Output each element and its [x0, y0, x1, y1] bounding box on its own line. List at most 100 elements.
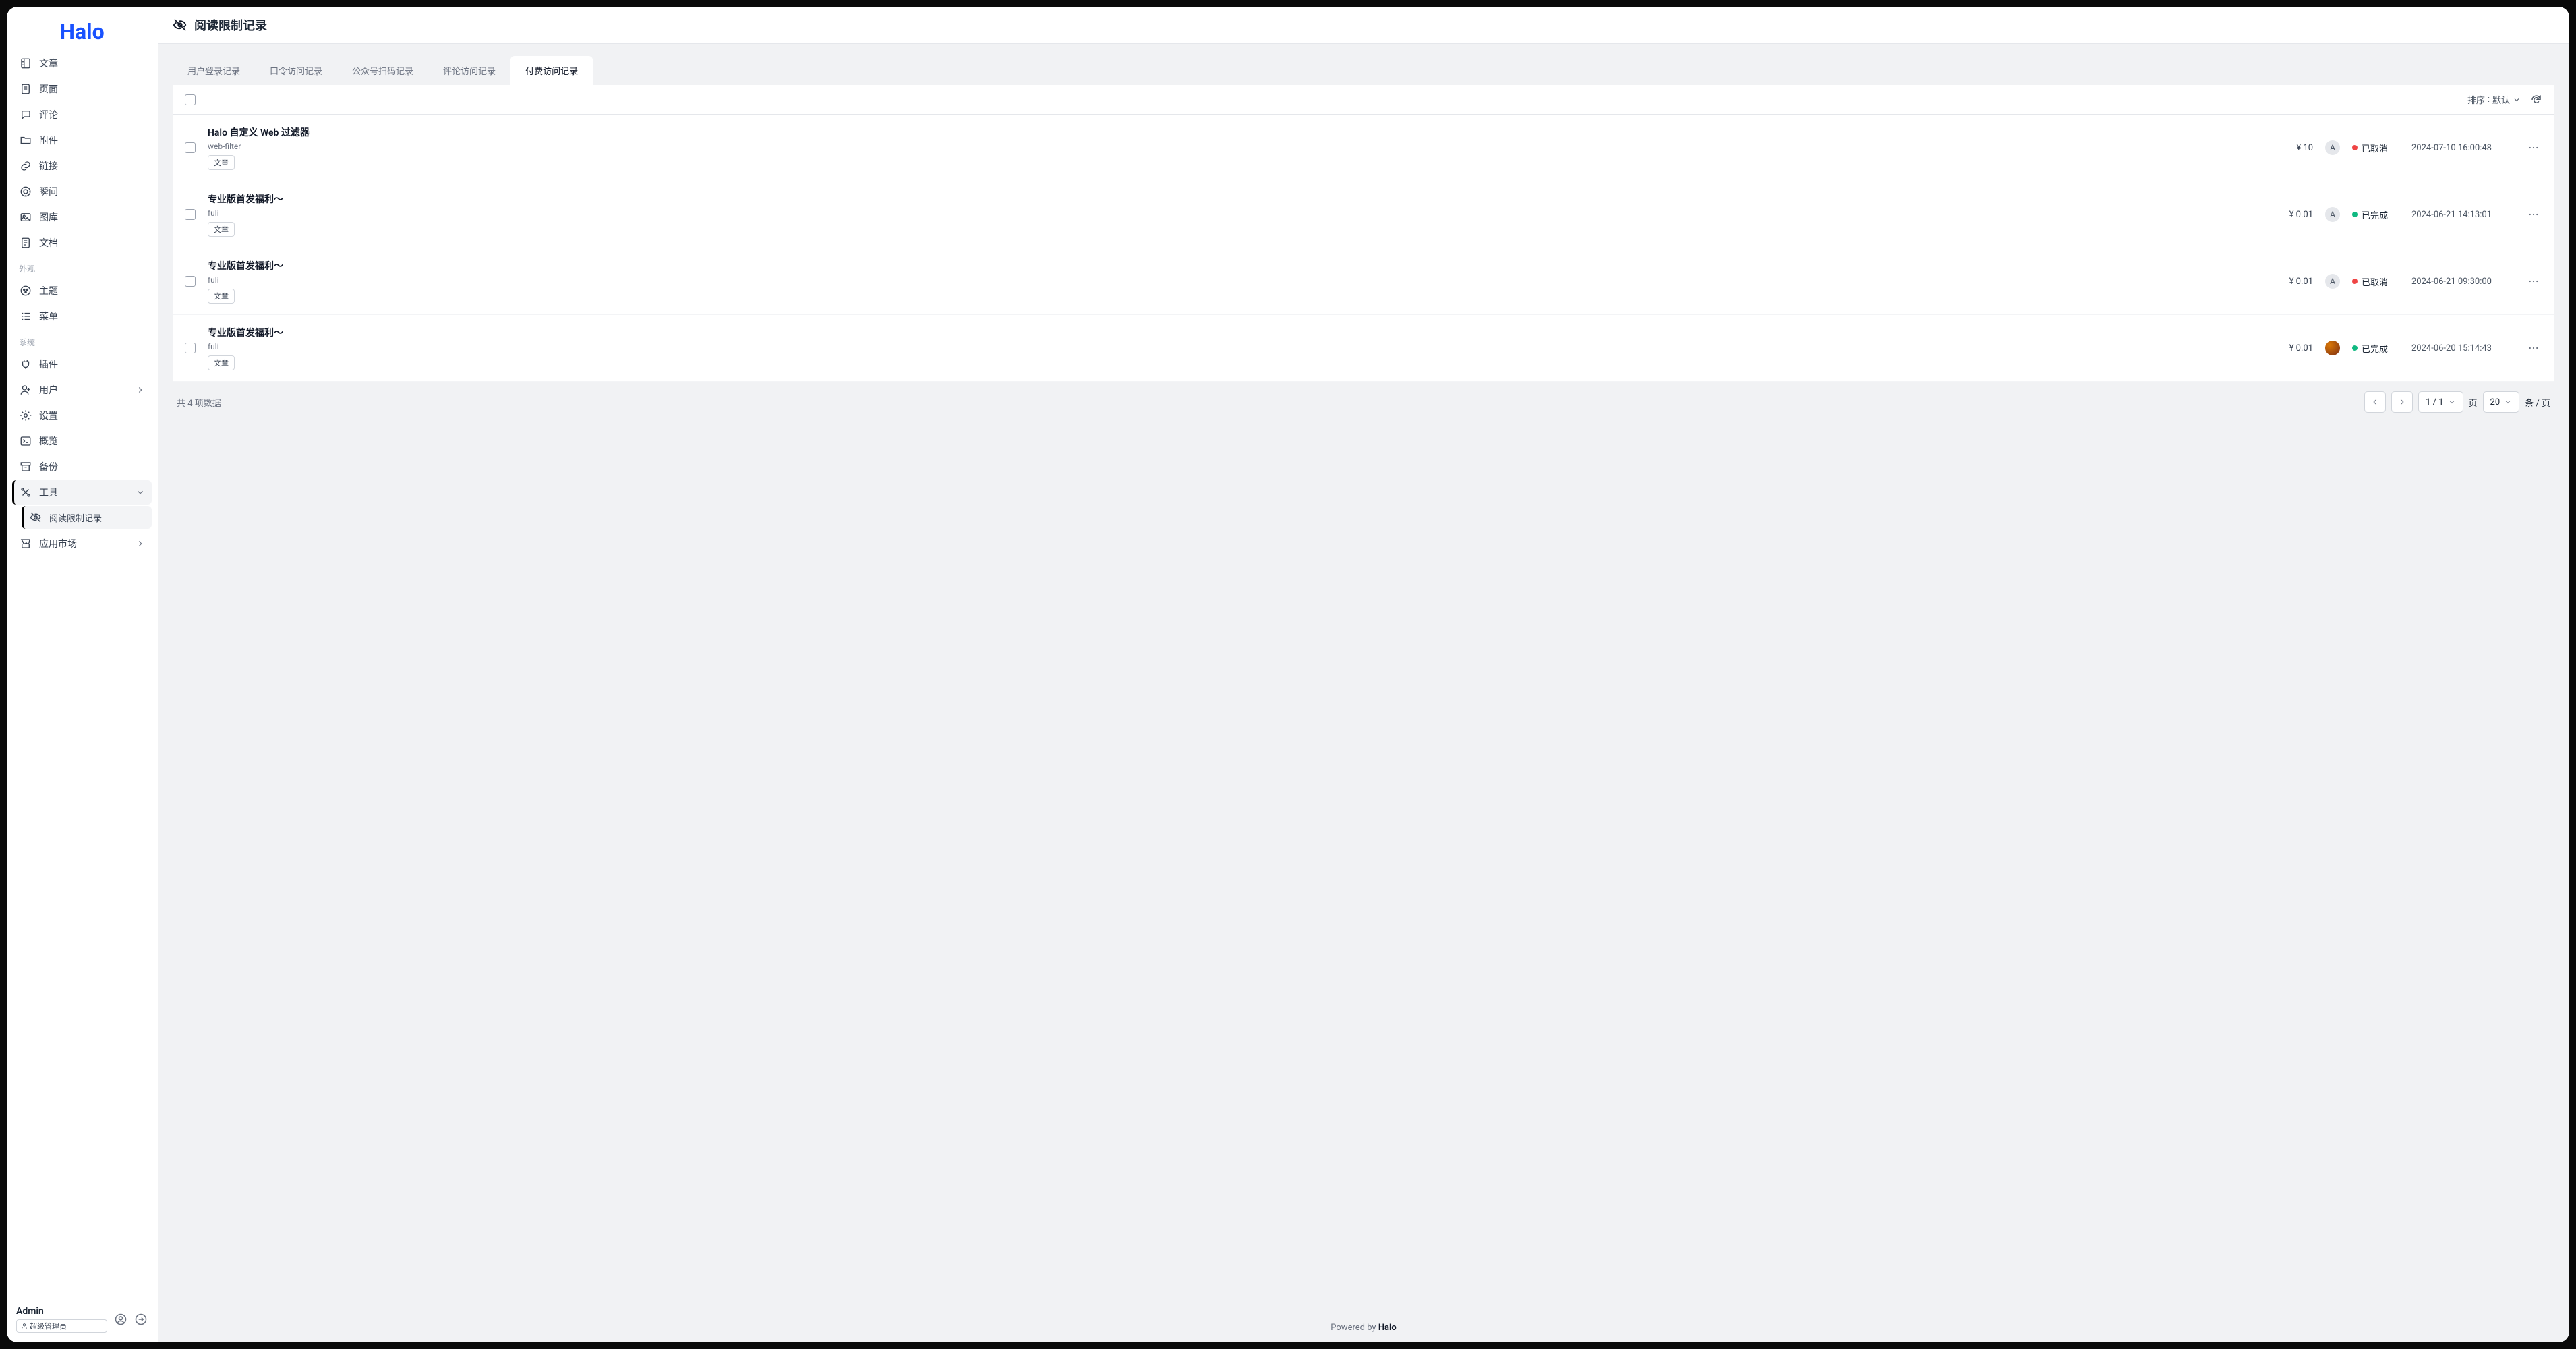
nav-label: 文章 [39, 57, 58, 70]
nav-label: 阅读限制记录 [49, 511, 102, 524]
next-page-button[interactable] [2391, 391, 2413, 413]
page-label: 页 [2469, 396, 2478, 409]
nav-label: 评论 [39, 108, 58, 121]
table-row: 专业版首发福利～ fuli 文章 ¥ 0.01 A 已取消 2024-06-21… [173, 248, 2554, 315]
sidebar-item-链接[interactable]: 链接 [12, 154, 152, 178]
nav-label: 菜单 [39, 310, 58, 323]
nav-label: 文档 [39, 236, 58, 250]
tab-公众号扫码记录[interactable]: 公众号扫码记录 [337, 56, 428, 85]
archive-icon [19, 460, 32, 473]
row-status: 已取消 [2352, 275, 2399, 288]
sidebar-item-概览[interactable]: 概览 [12, 429, 152, 453]
table-row: Halo 自定义 Web 过滤器 web-filter 文章 ¥ 10 A 已取… [173, 115, 2554, 181]
profile-icon[interactable] [114, 1313, 127, 1326]
nav-label: 附件 [39, 134, 58, 147]
folder-icon [19, 134, 32, 147]
row-slug: web-filter [208, 142, 2260, 151]
nav-label: 工具 [39, 486, 58, 499]
row-checkbox[interactable] [185, 276, 196, 287]
status-dot [2352, 145, 2358, 150]
main: 阅读限制记录 用户登录记录口令访问记录公众号扫码记录评论访问记录付费访问记录 排… [158, 7, 2569, 1342]
row-status: 已完成 [2352, 208, 2399, 221]
palette-icon [19, 284, 32, 297]
sidebar-item-用户[interactable]: 用户 [12, 378, 152, 402]
row-price: ¥ 0.01 [2273, 343, 2313, 353]
prev-page-button[interactable] [2364, 391, 2386, 413]
row-price: ¥ 0.01 [2273, 277, 2313, 287]
tab-用户登录记录[interactable]: 用户登录记录 [173, 56, 255, 85]
sidebar-footer: Admin 超级管理员 [7, 1298, 157, 1342]
sidebar-item-备份[interactable]: 备份 [12, 455, 152, 479]
plug-icon [19, 357, 32, 371]
page-size-label: 条 / 页 [2525, 396, 2550, 409]
row-tag: 文章 [208, 289, 235, 304]
sidebar-item-主题[interactable]: 主题 [12, 279, 152, 303]
sidebar-item-应用市场[interactable]: 应用市场 [12, 532, 152, 556]
table-row: 专业版首发福利～ fuli 文章 ¥ 0.01 A 已完成 2024-06-21… [173, 181, 2554, 248]
row-checkbox[interactable] [185, 142, 196, 153]
chevron-icon [136, 385, 145, 395]
row-title[interactable]: 专业版首发福利～ [208, 192, 2260, 206]
sort-dropdown[interactable]: 排序: 默认 [2467, 93, 2521, 106]
total-count: 共 4 项数据 [177, 396, 221, 409]
row-tag: 文章 [208, 155, 235, 170]
row-title[interactable]: 专业版首发福利～ [208, 259, 2260, 272]
list-icon [19, 310, 32, 323]
row-actions-icon[interactable] [2525, 208, 2542, 221]
nav-label: 链接 [39, 159, 58, 173]
terminal-icon [19, 434, 32, 448]
sidebar-item-图库[interactable]: 图库 [12, 205, 152, 229]
page-icon [19, 82, 32, 96]
row-avatar[interactable]: A [2325, 207, 2340, 222]
row-actions-icon[interactable] [2525, 342, 2542, 354]
row-title[interactable]: Halo 自定义 Web 过滤器 [208, 125, 2260, 139]
tab-口令访问记录[interactable]: 口令访问记录 [255, 56, 337, 85]
page-select[interactable]: 1 / 1 [2418, 391, 2463, 413]
row-actions-icon[interactable] [2525, 142, 2542, 154]
row-actions-icon[interactable] [2525, 275, 2542, 287]
nav-label: 备份 [39, 460, 58, 473]
nav-label: 插件 [39, 357, 58, 371]
page-title: 阅读限制记录 [194, 16, 267, 34]
row-slug: fuli [208, 342, 2260, 351]
sidebar-item-设置[interactable]: 设置 [12, 403, 152, 428]
calendar-icon [19, 185, 32, 198]
sidebar-item-文章[interactable]: 文章 [12, 51, 152, 76]
row-status: 已完成 [2352, 342, 2399, 355]
row-avatar[interactable]: A [2325, 274, 2340, 289]
sidebar-item-菜单[interactable]: 菜单 [12, 304, 152, 328]
sidebar-item-文档[interactable]: 文档 [12, 231, 152, 255]
gear-icon [19, 409, 32, 422]
sidebar-item-评论[interactable]: 评论 [12, 103, 152, 127]
chevron-icon [136, 488, 145, 497]
row-checkbox[interactable] [185, 209, 196, 220]
comment-icon [19, 108, 32, 121]
tab-评论访问记录[interactable]: 评论访问记录 [428, 56, 510, 85]
row-time: 2024-06-20 15:14:43 [2411, 343, 2513, 353]
sidebar-item-页面[interactable]: 页面 [12, 77, 152, 101]
sidebar-item-插件[interactable]: 插件 [12, 352, 152, 376]
row-time: 2024-07-10 16:00:48 [2411, 143, 2513, 153]
row-title[interactable]: 专业版首发福利～ [208, 326, 2260, 339]
row-avatar[interactable]: A [2325, 140, 2340, 155]
row-avatar[interactable] [2325, 341, 2340, 355]
pagination: 共 4 项数据 1 / 1 页 20 [173, 382, 2554, 422]
nav-label: 主题 [39, 284, 58, 297]
sidebar-item-工具[interactable]: 工具 [12, 480, 152, 505]
select-all-checkbox[interactable] [185, 94, 196, 105]
row-slug: fuli [208, 208, 2260, 218]
sidebar-subitem-阅读限制记录[interactable]: 阅读限制记录 [22, 506, 152, 529]
sidebar-item-附件[interactable]: 附件 [12, 128, 152, 152]
status-dot [2352, 212, 2358, 217]
refresh-icon[interactable] [2530, 94, 2542, 106]
page-size-select[interactable]: 20 [2483, 391, 2520, 413]
brand-logo[interactable]: Halo [7, 7, 157, 51]
chevron-icon [136, 539, 145, 548]
row-checkbox[interactable] [185, 343, 196, 353]
nav-group-label: 系统 [12, 330, 152, 352]
nav: 文章页面评论附件链接瞬间图库文档外观主题菜单系统插件用户设置概览备份工具阅读限制… [7, 51, 157, 1298]
tab-付费访问记录[interactable]: 付费访问记录 [510, 56, 593, 85]
sidebar-item-瞬间[interactable]: 瞬间 [12, 179, 152, 204]
logout-icon[interactable] [134, 1313, 148, 1326]
current-user: Admin [16, 1306, 107, 1317]
